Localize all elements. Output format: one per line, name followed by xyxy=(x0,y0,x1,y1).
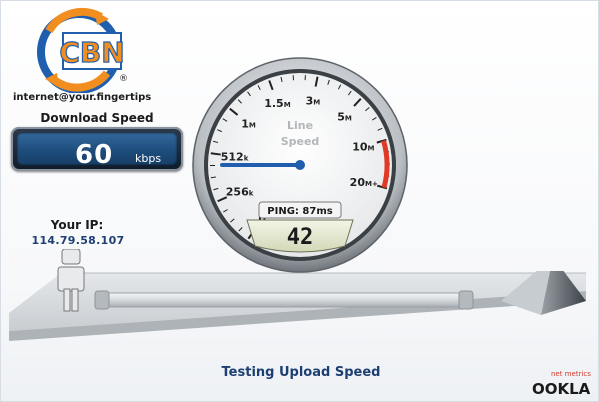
ookla-brand-text: OOKLA xyxy=(532,380,591,398)
cbn-logo: CBN ® xyxy=(37,7,128,93)
ping-label: PING: 87ms xyxy=(267,206,332,217)
speed-gauge: Line Speed 0256k512k1M1.5M3M5M10M20M+ PI… xyxy=(192,57,408,273)
platform-stage xyxy=(9,271,586,341)
registered-mark: ® xyxy=(119,74,128,84)
digital-readout-value: 42 xyxy=(287,225,314,250)
gauge-title-line1: Line xyxy=(287,119,313,132)
download-speed-title: Download Speed xyxy=(40,111,154,125)
your-ip-value: 114.79.58.107 xyxy=(31,234,125,247)
gauge-major-tick xyxy=(210,152,221,156)
status-text: Testing Upload Speed xyxy=(221,365,381,380)
your-ip-label: Your IP: xyxy=(50,218,104,232)
download-speed-unit: kbps xyxy=(135,152,162,165)
download-speed-display: 60 kbps xyxy=(11,127,183,171)
user-figure-icon xyxy=(57,249,85,312)
download-speed-value: 60 xyxy=(75,140,114,170)
gauge-title-line2: Speed xyxy=(281,135,320,148)
gauge-minor-tick xyxy=(210,176,216,179)
needle-hub xyxy=(295,160,305,170)
logo-text: CBN xyxy=(59,36,124,69)
ookla-small-text: net metrics xyxy=(551,370,591,378)
tagline: internet@your.fingertips xyxy=(13,92,152,103)
download-speed-screen: 60 kbps xyxy=(17,133,177,170)
ookla-logo: net metrics OOKLA xyxy=(532,370,591,398)
speedtest-panel: CBN ® internet@your.fingertips Download … xyxy=(0,0,599,402)
